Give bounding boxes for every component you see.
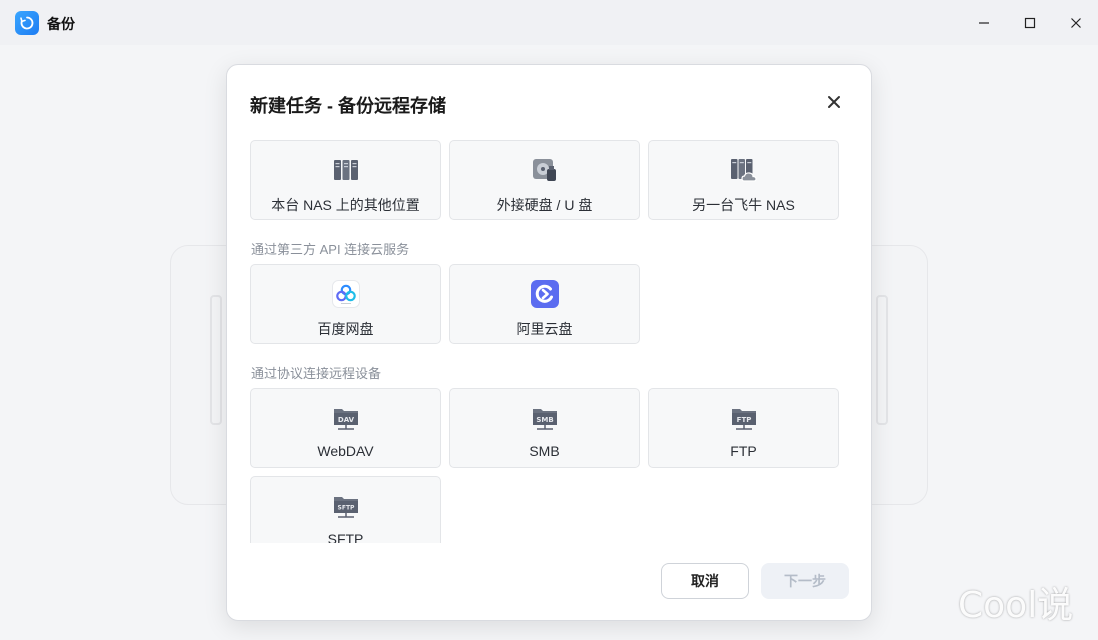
- svg-text:SFTP: SFTP: [337, 505, 355, 512]
- option-label: FTP: [730, 443, 757, 459]
- option-external-drive[interactable]: 外接硬盘 / U 盘: [449, 140, 640, 220]
- aliyun-drive-icon: [530, 280, 559, 308]
- maximize-icon: [1024, 17, 1036, 29]
- svg-text:FTP: FTP: [736, 416, 751, 424]
- watermark: Cool说: [958, 585, 1074, 626]
- smb-folder-icon: SMB: [531, 404, 559, 432]
- option-aliyun-drive[interactable]: 阿里云盘: [449, 264, 640, 344]
- option-sftp[interactable]: SFTP SFTP: [250, 476, 441, 543]
- minimize-icon: [979, 22, 989, 24]
- svg-text:SMB: SMB: [536, 416, 553, 424]
- server-cloud-icon: [730, 156, 758, 184]
- option-local-nas[interactable]: 本台 NAS 上的其他位置: [250, 140, 441, 220]
- dialog-close-button[interactable]: [825, 93, 843, 111]
- title-bar: 备份: [0, 0, 1098, 45]
- close-icon: [828, 96, 840, 108]
- server-rack-icon: [332, 156, 360, 184]
- option-label: 百度网盘: [317, 321, 374, 337]
- option-label: SFTP: [327, 531, 364, 543]
- option-label: SMB: [529, 443, 560, 459]
- option-baidu-netdisk[interactable]: 百度网盘: [250, 264, 441, 344]
- option-webdav[interactable]: DAV WebDAV: [250, 388, 441, 468]
- minimize-button[interactable]: [964, 8, 1004, 38]
- option-label: 阿里云盘: [516, 321, 573, 337]
- svg-text:DAV: DAV: [337, 416, 354, 424]
- new-task-dialog: 新建任务 - 备份远程存储 本台 NAS 上的其他位置 外接硬盘 / U 盘 另…: [226, 64, 872, 621]
- next-step-button[interactable]: 下一步: [761, 563, 849, 599]
- close-window-button[interactable]: [1056, 8, 1096, 38]
- option-label: 外接硬盘 / U 盘: [496, 197, 593, 213]
- protocol-section-label: 通过协议连接远程设备: [251, 366, 382, 381]
- sftp-folder-icon: SFTP: [332, 492, 360, 520]
- option-label: 本台 NAS 上的其他位置: [271, 197, 420, 213]
- webdav-folder-icon: DAV: [332, 404, 360, 432]
- cancel-button[interactable]: 取消: [661, 563, 749, 599]
- option-ftp[interactable]: FTP FTP: [648, 388, 839, 468]
- options-scroll-area[interactable]: 本台 NAS 上的其他位置 外接硬盘 / U 盘 另一台飞牛 NAS 通过第三方…: [227, 135, 871, 543]
- close-icon: [1071, 18, 1081, 28]
- option-another-fnos-nas[interactable]: 另一台飞牛 NAS: [648, 140, 839, 220]
- backup-app-icon: [15, 11, 39, 35]
- cloud-section-label: 通过第三方 API 连接云服务: [251, 242, 410, 257]
- option-label: WebDAV: [317, 443, 374, 459]
- baidu-netdisk-icon: [331, 280, 360, 308]
- option-label: 另一台飞牛 NAS: [692, 197, 795, 213]
- background-decoration: [876, 295, 888, 425]
- option-smb[interactable]: SMB SMB: [449, 388, 640, 468]
- external-drive-icon: [531, 156, 559, 184]
- ftp-folder-icon: FTP: [730, 404, 758, 432]
- dialog-title: 新建任务 - 备份远程存储: [250, 96, 446, 116]
- maximize-button[interactable]: [1010, 8, 1050, 38]
- window-title: 备份: [47, 16, 75, 32]
- background-decoration: [210, 295, 222, 425]
